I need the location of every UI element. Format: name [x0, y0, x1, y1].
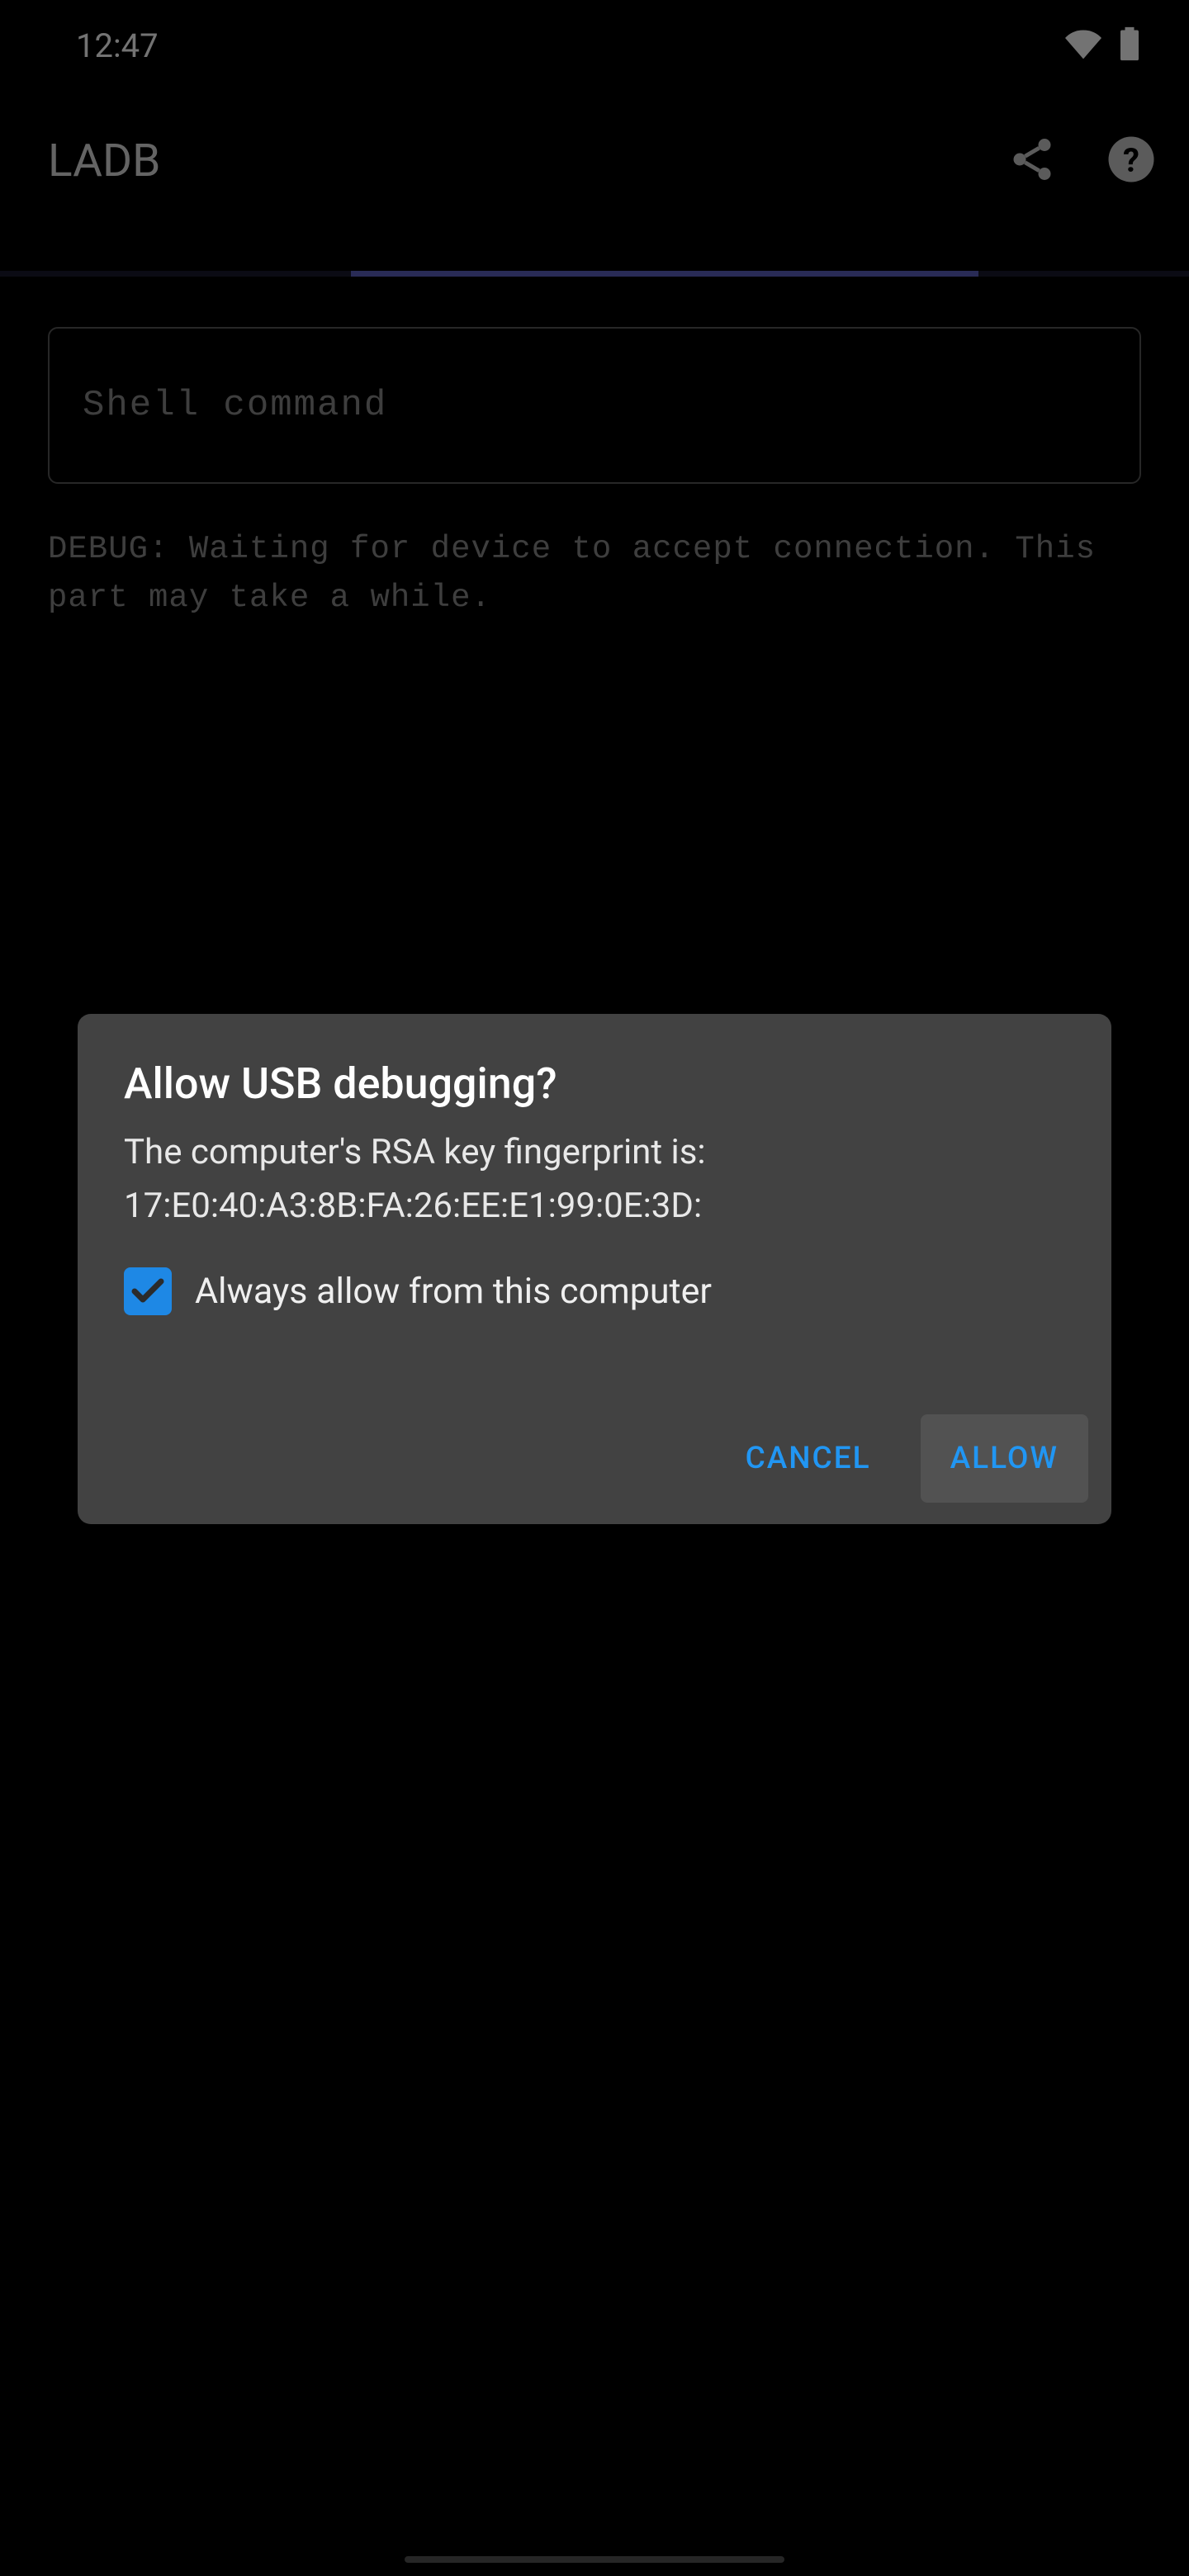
dialog-message-line2: 17:E0:40:A3:8B:FA:26:EE:E1:99:0E:3D: [124, 1179, 1065, 1233]
dialog-actions: CANCEL ALLOW [78, 1315, 1111, 1503]
always-allow-row[interactable]: Always allow from this computer [78, 1233, 1111, 1315]
cancel-button[interactable]: CANCEL [716, 1414, 901, 1503]
always-allow-checkbox[interactable] [124, 1267, 172, 1315]
allow-button[interactable]: ALLOW [921, 1414, 1088, 1503]
usb-debugging-dialog: Allow USB debugging? The computer's RSA … [78, 1014, 1111, 1524]
always-allow-label: Always allow from this computer [195, 1271, 712, 1312]
dialog-body: The computer's RSA key fingerprint is: 1… [78, 1109, 1111, 1233]
check-icon [128, 1271, 168, 1311]
dialog-message-line1: The computer's RSA key fingerprint is: [124, 1125, 1065, 1179]
dialog-title: Allow USB debugging? [78, 1058, 1111, 1109]
